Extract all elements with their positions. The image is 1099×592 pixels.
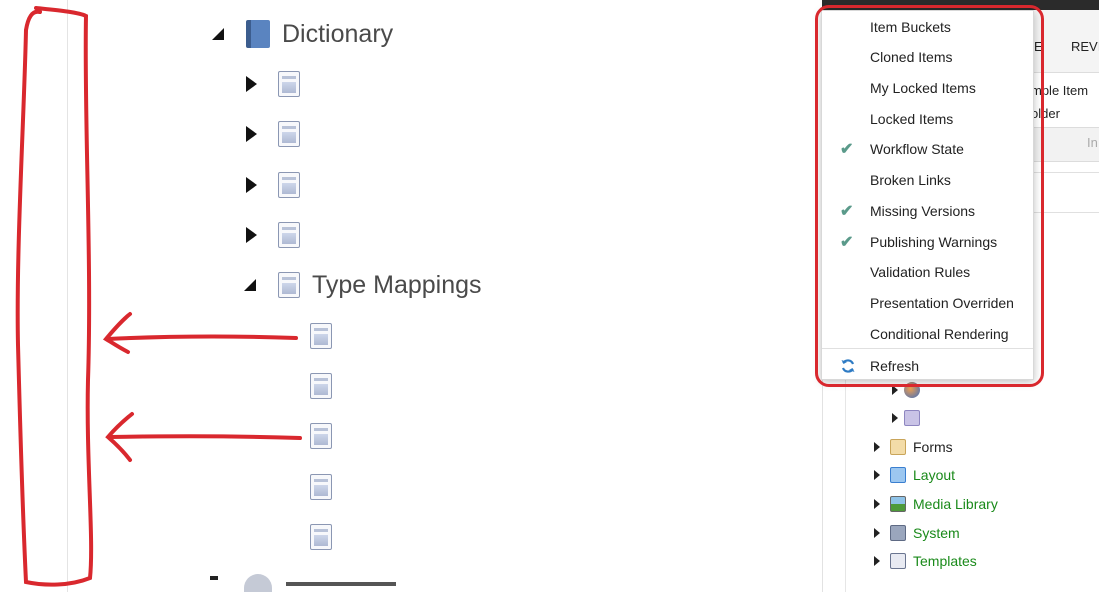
- expand-triangle-icon[interactable]: [874, 528, 880, 538]
- annotation-arrow-upper-line: [106, 334, 298, 341]
- content-tree-item[interactable]: [892, 406, 927, 430]
- system-icon: [890, 525, 906, 541]
- forms-icon: [890, 439, 906, 455]
- content-tree-item-media-library[interactable]: Media Library: [874, 492, 998, 516]
- content-tree-label: Layout: [913, 467, 956, 483]
- ribbon-tab-review[interactable]: REVI: [1071, 39, 1099, 54]
- annotation-overlay: [15, 6, 302, 587]
- content-tree-item-system[interactable]: System: [874, 521, 960, 545]
- content-tree-label: Templates: [913, 553, 977, 569]
- expand-triangle-icon[interactable]: [874, 470, 880, 480]
- content-tree-item-layout[interactable]: Layout: [874, 463, 955, 487]
- templates-icon: [890, 553, 906, 569]
- media-library-icon: [890, 496, 906, 512]
- header-band-text: In: [1087, 135, 1098, 150]
- content-tree-label: System: [913, 525, 960, 541]
- expand-triangle-icon[interactable]: [874, 442, 880, 452]
- expand-triangle-icon[interactable]: [874, 556, 880, 566]
- expand-triangle-icon[interactable]: [892, 413, 898, 423]
- content-tree-label: Media Library: [913, 496, 998, 512]
- annotation-arrow-lower-line: [108, 434, 302, 440]
- expand-triangle-icon[interactable]: [874, 499, 880, 509]
- layout-icon: [890, 467, 906, 483]
- content-tree-item-templates[interactable]: Templates: [874, 549, 977, 573]
- cube-icon: [904, 410, 920, 426]
- annotation-menu-outline: [815, 5, 1044, 387]
- content-tree-label: Forms: [913, 439, 953, 455]
- content-tree-item-forms[interactable]: Forms: [874, 435, 953, 459]
- annotation-arrow-upper-head: [102, 312, 132, 354]
- annotation-red-outline: [15, 6, 94, 587]
- tree-guide-line: [845, 380, 846, 592]
